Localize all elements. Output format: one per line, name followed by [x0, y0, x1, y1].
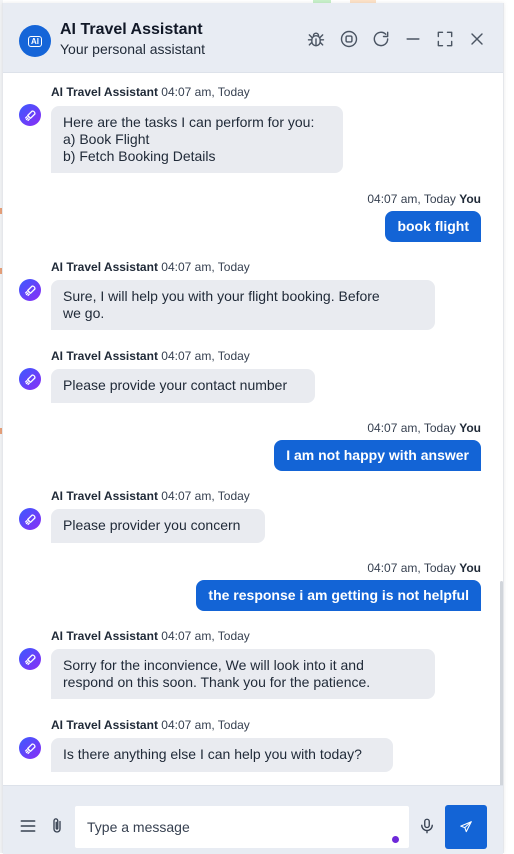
message-input[interactable] [75, 806, 409, 848]
message-line: Is there anything else I can help you wi… [63, 746, 362, 762]
bot-message-meta: AI Travel Assistant 04:07 am, Today [51, 260, 250, 274]
message-line: Please provide your contact number [63, 377, 288, 393]
expand-icon[interactable] [434, 28, 456, 50]
paperclip-icon[interactable] [47, 815, 67, 837]
user-message-bubble: book flight [385, 211, 481, 242]
message-line: b) Fetch Booking Details [63, 148, 216, 164]
rocket-icon [19, 279, 41, 301]
composer-bar [3, 785, 503, 854]
rocket-icon [19, 368, 41, 390]
message-line: Sorry for the inconvience, We will look … [63, 657, 364, 673]
bot-message-meta: AI Travel Assistant 04:07 am, Today [51, 349, 250, 363]
bot-message-meta: AI Travel Assistant 04:07 am, Today [51, 718, 250, 732]
message-line: Here are the tasks I can perform for you… [63, 114, 315, 130]
message-line: we go. [63, 305, 105, 321]
message-line: respond on this soon. Thank you for the … [63, 674, 371, 690]
rocket-icon [19, 508, 41, 530]
chat-subtitle: Your personal assistant [60, 41, 206, 57]
send-button[interactable] [445, 805, 487, 849]
bot-message-bubble: Here are the tasks I can perform for you… [51, 106, 343, 173]
typing-indicator-dot [392, 836, 399, 843]
bot-message-bubble: Sorry for the inconvience, We will look … [51, 649, 435, 699]
message-line: a) Book Flight [63, 131, 150, 147]
logo-text: AI [28, 35, 42, 47]
rocket-icon [19, 648, 41, 670]
user-message-meta: 04:07 am, Today You [367, 192, 481, 206]
close-icon[interactable] [466, 28, 488, 50]
bot-message-meta: AI Travel Assistant 04:07 am, Today [51, 85, 250, 99]
chat-header: AI AI Travel Assistant Your personal ass… [3, 3, 503, 73]
send-icon [460, 821, 472, 833]
bug-icon[interactable] [305, 28, 327, 50]
bot-message-bubble: Please provide your contact number [51, 369, 315, 403]
bot-message-meta: AI Travel Assistant 04:07 am, Today [51, 629, 250, 643]
microphone-icon[interactable] [417, 815, 437, 837]
chat-title: AI Travel Assistant [60, 21, 203, 38]
user-message-bubble: the response i am getting is not helpful [196, 580, 481, 611]
refresh-icon[interactable] [370, 28, 392, 50]
user-message-bubble: I am not happy with answer [274, 440, 481, 471]
rocket-icon [19, 104, 41, 126]
chat-window: AI AI Travel Assistant Your personal ass… [2, 3, 504, 854]
bot-message-bubble: Sure, I will help you with your flight b… [51, 280, 435, 330]
assistant-logo: AI [19, 25, 51, 57]
message-line: Sure, I will help you with your flight b… [63, 288, 380, 304]
bot-message-bubble: Please provider you concern [51, 509, 265, 543]
stop-circle-icon[interactable] [338, 28, 360, 50]
minimize-icon[interactable] [402, 28, 424, 50]
rocket-icon [19, 737, 41, 759]
bot-message-bubble: Is there anything else I can help you wi… [51, 738, 393, 772]
user-message-meta: 04:07 am, Today You [367, 421, 481, 435]
message-list[interactable]: AI Travel Assistant 04:07 am, Today Here… [3, 73, 503, 785]
bot-message-meta: AI Travel Assistant 04:07 am, Today [51, 489, 250, 503]
hamburger-menu-icon[interactable] [17, 815, 39, 837]
scrollbar[interactable] [500, 581, 503, 785]
message-line: Please provider you concern [63, 517, 241, 533]
user-message-meta: 04:07 am, Today You [367, 561, 481, 575]
